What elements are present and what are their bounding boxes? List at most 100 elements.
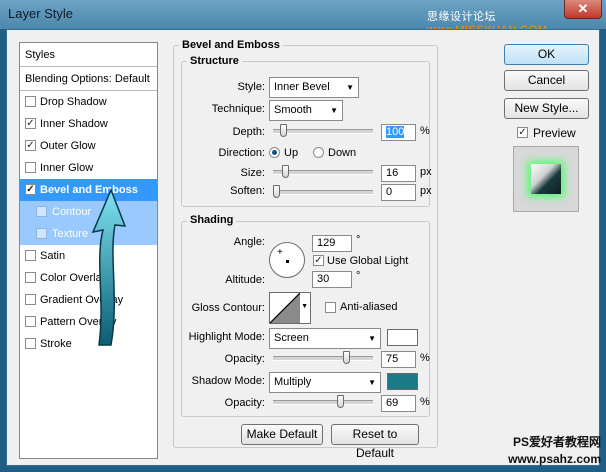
preview-checkbox[interactable]: ✓ xyxy=(517,127,528,138)
gloss-contour-picker[interactable]: ▼ xyxy=(269,292,311,324)
highlight-opacity-input[interactable]: 75 xyxy=(381,351,416,368)
shadow-color-swatch[interactable] xyxy=(387,373,418,390)
soften-unit: px xyxy=(420,185,432,197)
chevron-down-icon: ▼ xyxy=(330,106,338,115)
style-item-label: Satin xyxy=(40,250,66,262)
style-item-checkbox[interactable] xyxy=(25,294,36,305)
size-input[interactable]: 16 xyxy=(381,165,416,182)
technique-select[interactable]: Smooth ▼ xyxy=(269,100,343,121)
style-item-label: Stroke xyxy=(40,338,72,350)
highlight-opacity-slider[interactable] xyxy=(273,351,373,364)
style-item-checkbox[interactable] xyxy=(25,250,36,261)
depth-value: 100 xyxy=(386,126,405,138)
highlight-mode-value: Screen xyxy=(274,332,309,344)
chevron-down-icon: ▼ xyxy=(368,378,376,387)
angle-degree: ° xyxy=(356,234,361,246)
style-item-inner-glow[interactable]: Inner Glow xyxy=(20,157,157,179)
footer-watermark-line2: www.psahz.com xyxy=(508,452,601,466)
global-light-label[interactable]: Use Global Light xyxy=(327,255,408,267)
style-item-checkbox[interactable] xyxy=(25,272,36,283)
style-item-outer-glow[interactable]: ✓ Outer Glow xyxy=(20,135,157,157)
make-default-button[interactable]: Make Default xyxy=(241,424,323,445)
shadow-opacity-input[interactable]: 69 xyxy=(381,395,416,412)
style-item-checkbox[interactable]: ✓ xyxy=(25,140,36,151)
anti-aliased-label[interactable]: Anti-aliased xyxy=(340,301,397,313)
contour-curve-icon xyxy=(270,293,300,323)
altitude-degree: ° xyxy=(356,270,361,282)
shadow-opacity-label: Opacity: xyxy=(224,397,265,409)
style-item-checkbox[interactable] xyxy=(36,206,47,217)
direction-down-label[interactable]: Down xyxy=(328,147,356,159)
style-item-checkbox[interactable]: ✓ xyxy=(25,118,36,129)
depth-unit: % xyxy=(420,125,430,137)
size-unit: px xyxy=(420,166,432,178)
direction-up-label[interactable]: Up xyxy=(284,147,298,159)
shadow-opacity-thumb[interactable] xyxy=(337,395,344,408)
highlight-color-swatch[interactable] xyxy=(387,329,418,346)
soften-input[interactable]: 0 xyxy=(381,184,416,201)
new-style-button[interactable]: New Style... xyxy=(504,98,589,119)
blending-options[interactable]: Blending Options: Default xyxy=(20,67,157,91)
close-button[interactable]: ✕ xyxy=(564,0,602,19)
style-item-checkbox[interactable] xyxy=(25,316,36,327)
close-icon: ✕ xyxy=(577,1,589,16)
preview-label[interactable]: Preview xyxy=(533,126,576,140)
chevron-down-icon: ▼ xyxy=(301,303,308,310)
highlight-opacity-unit: % xyxy=(420,352,430,364)
size-value: 16 xyxy=(386,167,399,179)
footer-watermark: PS爱好者教程网 www.psahz.com xyxy=(491,434,601,468)
chevron-down-icon: ▼ xyxy=(368,334,376,343)
shadow-opacity-value: 69 xyxy=(386,397,399,409)
style-item-drop-shadow[interactable]: Drop Shadow xyxy=(20,91,157,113)
highlight-opacity-value: 75 xyxy=(386,353,399,365)
angle-label: Angle: xyxy=(233,236,265,248)
size-slider[interactable] xyxy=(273,165,373,178)
soften-value: 0 xyxy=(386,186,393,198)
highlight-opacity-label: Opacity: xyxy=(224,353,265,365)
dialog-body: Styles Blending Options: Default Drop Sh… xyxy=(6,29,600,466)
depth-slider-thumb[interactable] xyxy=(280,124,287,137)
soften-slider[interactable] xyxy=(273,185,373,198)
anti-aliased-checkbox[interactable] xyxy=(325,302,336,313)
footer-watermark-line1: PS爱好者教程网 xyxy=(512,435,601,449)
style-item-checkbox[interactable]: ✓ xyxy=(25,184,36,195)
technique-label: Technique: xyxy=(211,103,265,115)
depth-slider[interactable] xyxy=(273,124,373,137)
style-item-checkbox[interactable] xyxy=(25,96,36,107)
gloss-contour-label: Gloss Contour: xyxy=(191,302,265,314)
style-select[interactable]: Inner Bevel ▼ xyxy=(269,77,359,98)
global-light-checkbox[interactable]: ✓ xyxy=(313,255,324,266)
altitude-input[interactable]: 30 xyxy=(312,271,352,288)
highlight-mode-label: Highlight Mode: xyxy=(188,331,265,343)
chevron-down-icon: ▼ xyxy=(346,83,354,92)
depth-input[interactable]: 100 xyxy=(381,124,416,141)
highlight-mode-select[interactable]: Screen ▼ xyxy=(269,328,381,349)
direction-up-radio[interactable] xyxy=(269,147,280,158)
title-bar[interactable]: Layer Style 思缘设计论坛 www.MISSYUAN.COM ✕ xyxy=(0,0,606,36)
soften-label: Soften: xyxy=(230,185,265,197)
style-item-label: Inner Shadow xyxy=(40,118,108,130)
highlight-opacity-thumb[interactable] xyxy=(343,351,350,364)
style-item-label: Outer Glow xyxy=(40,140,96,152)
ok-button[interactable]: OK xyxy=(504,44,589,65)
preview-swatch xyxy=(531,164,561,194)
shadow-mode-label: Shadow Mode: xyxy=(191,375,265,387)
cancel-button[interactable]: Cancel xyxy=(504,70,589,91)
direction-down-radio[interactable] xyxy=(313,147,324,158)
style-item-checkbox[interactable] xyxy=(25,162,36,173)
reset-default-button[interactable]: Reset to Default xyxy=(331,424,419,460)
layer-style-dialog: Layer Style 思缘设计论坛 www.MISSYUAN.COM ✕ St… xyxy=(0,0,606,472)
window-title: Layer Style xyxy=(8,6,74,21)
size-slider-thumb[interactable] xyxy=(282,165,289,178)
soften-slider-thumb[interactable] xyxy=(273,185,280,198)
style-item-checkbox[interactable] xyxy=(36,228,47,239)
style-item-inner-shadow[interactable]: ✓ Inner Shadow xyxy=(20,113,157,135)
style-item-checkbox[interactable] xyxy=(25,338,36,349)
shadow-opacity-slider[interactable] xyxy=(273,395,373,408)
style-item-label: Inner Glow xyxy=(40,162,94,174)
angle-value: 129 xyxy=(317,237,336,249)
styles-header[interactable]: Styles xyxy=(20,43,157,67)
angle-input[interactable]: 129 xyxy=(312,235,352,252)
shadow-mode-select[interactable]: Multiply ▼ xyxy=(269,372,381,393)
angle-dial[interactable]: + xyxy=(269,242,305,278)
